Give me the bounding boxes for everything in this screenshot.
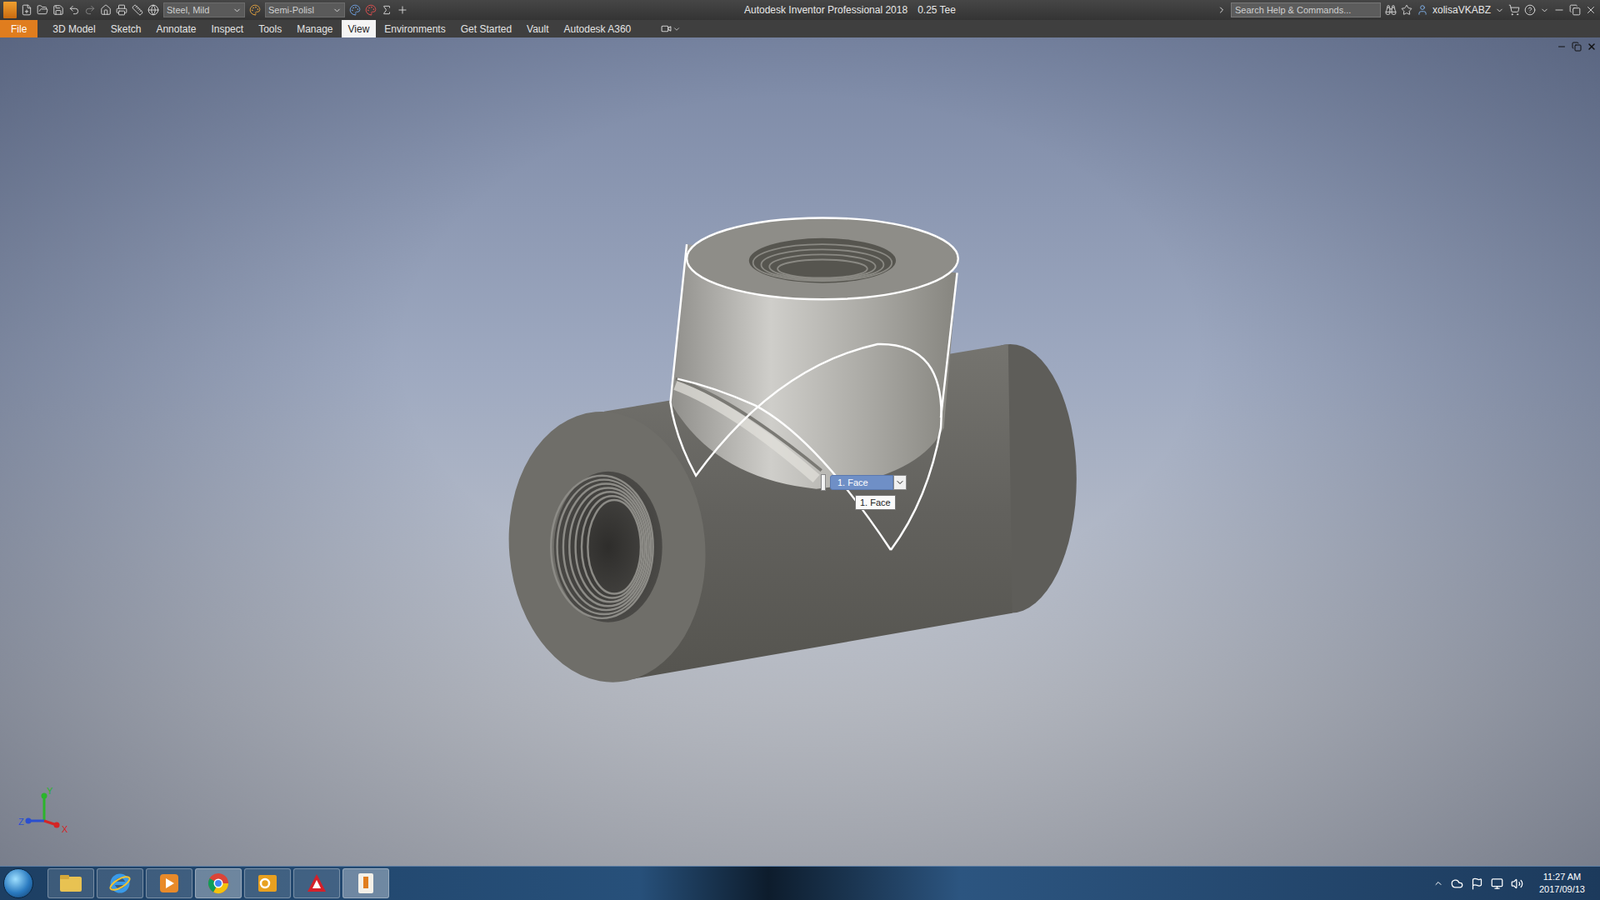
material-dropdown[interactable]: Steel, Mild [163,2,245,18]
ie-button[interactable] [96,868,144,899]
ribbon-tab[interactable]: Tools [251,20,289,38]
ribbon-tab[interactable]: Vault [520,20,555,38]
inventor-button[interactable] [342,868,390,899]
tee-model-icon[interactable] [0,37,1600,866]
measure-icon[interactable] [131,4,144,16]
undo-icon[interactable] [68,4,80,16]
chevron-down-icon[interactable] [1540,5,1550,15]
globe-icon[interactable] [147,4,160,16]
star-icon[interactable] [1400,4,1413,16]
outlook-icon [255,872,280,895]
show-hidden-icon[interactable] [1433,878,1444,889]
title-bar: Steel, Mild Semi-Polisl Autodesk Inventor … [0,0,1600,20]
taskbar: 11:27 AM2017/09/13 [0,865,1600,900]
new-icon[interactable] [20,4,33,16]
close-icon[interactable] [1586,41,1597,52]
cart-icon[interactable] [1508,4,1520,16]
ie-icon [108,871,132,895]
clear-icon[interactable] [365,4,377,16]
ribbon-tab[interactable]: 3D Model [45,20,102,38]
axis-triad-icon: Y Z X [15,785,74,841]
user-icon[interactable] [1416,4,1429,16]
play-icon [158,872,180,895]
home-icon[interactable] [100,4,112,16]
outlook-button[interactable] [244,868,291,899]
binoculars-icon[interactable] [1385,4,1397,16]
clock[interactable]: 11:27 AM2017/09/13 [1539,870,1585,896]
graphics-viewport[interactable]: 1. Face 1. Face Y Z X [0,37,1600,866]
document-controls [1556,41,1597,52]
ribbon-tabs: File 3D ModelSketchAnnotateInspectToolsMa… [0,20,1600,38]
svg-text:Y: Y [46,785,54,796]
ribbon-tab[interactable]: Annotate [149,20,203,38]
ribbon-tab[interactable]: Get Started [454,20,519,38]
media-player-button[interactable] [145,868,193,899]
flag-icon[interactable] [1470,877,1484,890]
ribbon-tab[interactable]: Sketch [104,20,149,38]
ribbon-tab[interactable]: Environments [377,20,452,38]
folder-icon [58,873,84,894]
minimize-icon[interactable] [1553,4,1565,16]
chevron-down-icon [332,5,342,15]
parameters-icon[interactable] [380,4,393,16]
adjust-icon[interactable] [349,4,361,16]
ribbon-tab[interactable]: View [341,20,377,38]
selection-dropdown[interactable]: 1. Face [820,474,907,491]
search-field[interactable]: Search Help & Commands... [1230,2,1381,18]
open-icon[interactable] [36,4,49,16]
print-icon[interactable] [115,4,128,16]
acrobat-icon [305,871,329,895]
minimize-icon[interactable] [1556,41,1567,52]
inventor-window: Steel, Mild Semi-Polisl Autodesk Inventor … [0,0,1600,900]
ribbon-tab[interactable]: Inspect [204,20,250,38]
ribbon-options[interactable] [660,20,681,38]
selection-field[interactable]: 1. Face [830,475,894,490]
dropdown-button[interactable] [893,475,907,490]
chevron-down-icon [895,477,905,488]
camera-icon[interactable] [660,23,672,35]
chevron-down-icon[interactable] [672,25,681,34]
system-tray: 11:27 AM2017/09/13 [1433,870,1597,896]
appearance-icon[interactable] [249,4,261,16]
svg-text:Z: Z [18,816,25,827]
save-icon[interactable] [52,4,65,16]
inventor-icon [355,871,376,895]
svg-text:X: X [61,824,69,835]
restore-icon[interactable] [1569,4,1581,16]
redo-icon[interactable] [84,4,96,16]
chrome-icon [206,871,230,895]
restore-icon[interactable] [1571,41,1582,52]
title-right: Search Help & Commands... xolisaVKABZ [1216,2,1597,18]
expand-icon[interactable] [1216,5,1227,15]
explorer-button[interactable] [47,868,95,899]
add-icon[interactable] [396,4,409,16]
tooltip: 1. Face [855,495,896,510]
volume-icon[interactable] [1510,877,1524,890]
chrome-button[interactable] [195,868,242,899]
acrobat-button[interactable] [293,868,340,899]
appearance-dropdown[interactable]: Semi-Polisl [265,2,345,18]
chevron-down-icon [232,5,242,15]
inventor-logo-icon[interactable] [3,1,17,19]
chevron-down-icon[interactable] [1495,5,1505,15]
user-name[interactable]: xolisaVKABZ [1432,4,1491,16]
cloud-icon[interactable] [1450,877,1464,890]
network-icon[interactable] [1490,877,1504,890]
ribbon-tab[interactable]: Manage [290,20,340,38]
quick-access-toolbar: Steel, Mild Semi-Polisl [3,1,409,19]
grip-icon[interactable] [820,474,826,491]
help-icon[interactable] [1524,4,1536,16]
ribbon-tab[interactable]: File [0,20,38,38]
start-button[interactable] [3,868,34,899]
window-title: Autodesk Inventor Professional 20180.25 … [413,4,1212,16]
ribbon-tab[interactable]: Autodesk A360 [557,20,639,38]
close-icon[interactable] [1585,4,1597,16]
